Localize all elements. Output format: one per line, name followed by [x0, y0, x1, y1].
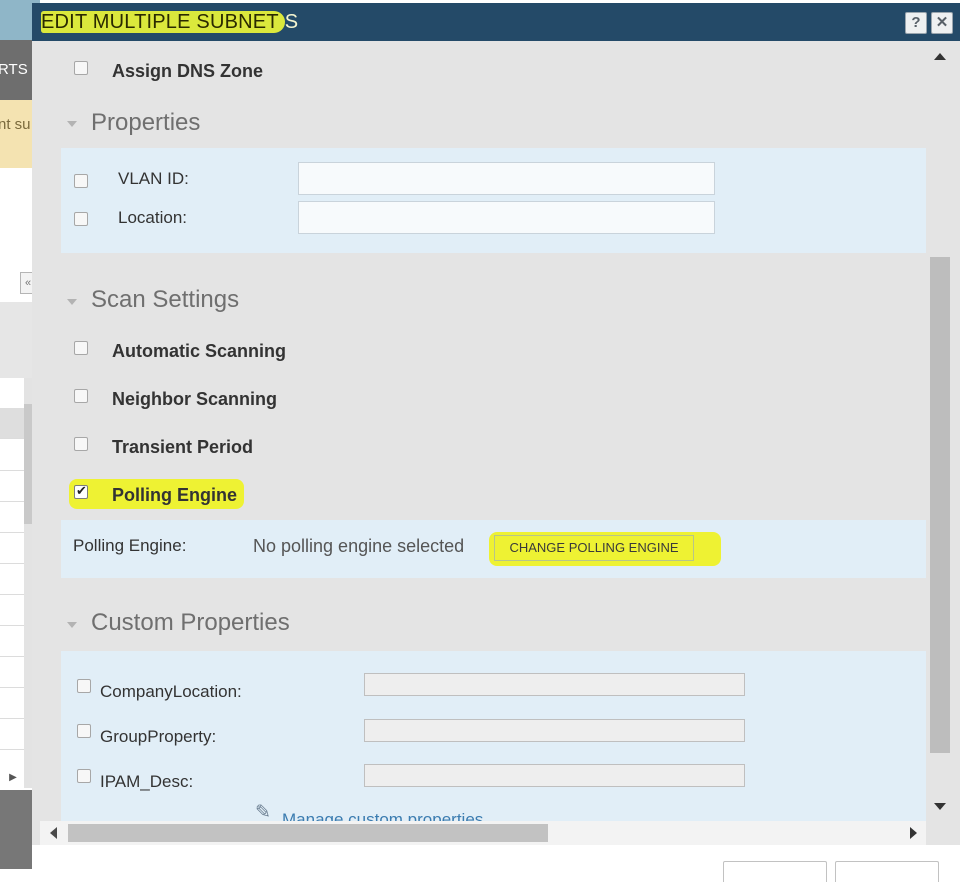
automatic-scanning-label: Automatic Scanning: [112, 341, 287, 361]
custom-properties-panel: CompanyLocation: GroupProperty: IPAM_Des…: [61, 651, 926, 821]
scroll-up-icon[interactable]: [934, 53, 946, 60]
scrollbar-corner: [926, 821, 960, 845]
scroll-down-icon[interactable]: [934, 803, 946, 810]
pencil-icon[interactable]: ✎: [255, 801, 271, 821]
background-table-row[interactable]: [0, 657, 24, 688]
custom-properties-section-title[interactable]: Custom Properties: [91, 609, 290, 637]
location-checkbox[interactable]: [74, 212, 88, 226]
dialog-title-rest: S: [284, 11, 299, 33]
scroll-right-icon[interactable]: [910, 827, 917, 839]
help-icon[interactable]: ?: [905, 12, 927, 34]
background-banner-text: nt su: [0, 116, 31, 133]
polling-engine-panel: Polling Engine: No polling engine select…: [61, 520, 926, 578]
background-table-row[interactable]: [0, 408, 24, 439]
background-table-row[interactable]: [0, 719, 24, 750]
vertical-scrollbar-track[interactable]: [930, 69, 950, 803]
vertical-scrollbar[interactable]: [926, 41, 960, 821]
properties-section-title[interactable]: Properties: [91, 109, 200, 137]
polling-engine-value: No polling engine selected: [253, 536, 465, 556]
dialog-title: EDIT MULTIPLE SUBNET S: [41, 11, 298, 34]
background-scrollbar-thumb[interactable]: [24, 404, 32, 524]
scroll-left-icon[interactable]: [50, 827, 57, 839]
play-icon[interactable]: ▶: [2, 768, 24, 788]
dialog-footer: [32, 845, 960, 882]
background-table-row[interactable]: [0, 626, 24, 657]
close-icon[interactable]: ✕: [931, 12, 953, 34]
vertical-scrollbar-thumb[interactable]: [930, 257, 950, 753]
cancel-button[interactable]: [835, 861, 939, 882]
automatic-scanning-checkbox[interactable]: [74, 341, 88, 355]
group-property-checkbox[interactable]: [77, 724, 91, 738]
background-table-row[interactable]: [0, 688, 24, 719]
location-input[interactable]: [298, 201, 715, 234]
background-table-row[interactable]: [0, 595, 24, 626]
background-table-row[interactable]: [0, 564, 24, 595]
horizontal-scrollbar[interactable]: [40, 821, 926, 845]
dialog-title-highlighted: EDIT MULTIPLE SUBNET: [41, 11, 285, 33]
ipam-desc-label: IPAM_Desc:: [100, 772, 194, 791]
ipam-desc-checkbox[interactable]: [77, 769, 91, 783]
triangle-down-icon[interactable]: [67, 299, 77, 305]
background-table-row[interactable]: [0, 471, 24, 502]
horizontal-scrollbar-thumb[interactable]: [68, 824, 548, 842]
triangle-down-icon[interactable]: [67, 121, 77, 127]
vlan-id-checkbox[interactable]: [74, 174, 88, 188]
company-location-input[interactable]: [364, 673, 745, 696]
background-table-row[interactable]: [0, 502, 24, 533]
dialog-content: Assign DNS Zone Properties VLAN ID: Loca…: [32, 41, 926, 821]
manage-custom-properties-link[interactable]: Manage custom properties: [282, 810, 483, 821]
transient-period-label: Transient Period: [112, 437, 254, 457]
background-table-row[interactable]: [0, 533, 24, 564]
vlan-id-input[interactable]: [298, 162, 715, 195]
assign-dns-zone-checkbox[interactable]: [74, 61, 88, 75]
save-button[interactable]: [723, 861, 827, 882]
change-polling-engine-button[interactable]: CHANGE POLLING ENGINE: [494, 535, 694, 561]
triangle-down-icon[interactable]: [67, 622, 77, 628]
transient-period-checkbox[interactable]: [74, 437, 88, 451]
polling-engine-checkbox[interactable]: [74, 483, 88, 499]
properties-panel: VLAN ID: Location:: [61, 148, 926, 253]
group-property-input[interactable]: [364, 719, 745, 742]
company-location-label: CompanyLocation:: [100, 682, 242, 701]
polling-engine-label: Polling Engine: [112, 485, 237, 505]
scan-settings-section-title[interactable]: Scan Settings: [91, 286, 239, 314]
polling-engine-field-label: Polling Engine:: [73, 536, 187, 555]
vlan-id-label: VLAN ID:: [118, 169, 189, 188]
neighbor-scanning-label: Neighbor Scanning: [112, 389, 278, 409]
group-property-label: GroupProperty:: [100, 727, 217, 746]
company-location-checkbox[interactable]: [77, 679, 91, 693]
edit-multiple-subnets-dialog: EDIT MULTIPLE SUBNET S ? ✕ Assign DNS Zon…: [32, 3, 960, 882]
neighbor-scanning-checkbox[interactable]: [74, 389, 88, 403]
assign-dns-zone-label: Assign DNS Zone: [112, 61, 264, 81]
location-label: Location:: [118, 208, 187, 227]
background-scrollbar[interactable]: [24, 378, 32, 788]
background-table-row[interactable]: [0, 440, 24, 471]
ipam-desc-input[interactable]: [364, 764, 745, 787]
dialog-titlebar[interactable]: EDIT MULTIPLE SUBNET S ? ✕: [32, 3, 960, 41]
